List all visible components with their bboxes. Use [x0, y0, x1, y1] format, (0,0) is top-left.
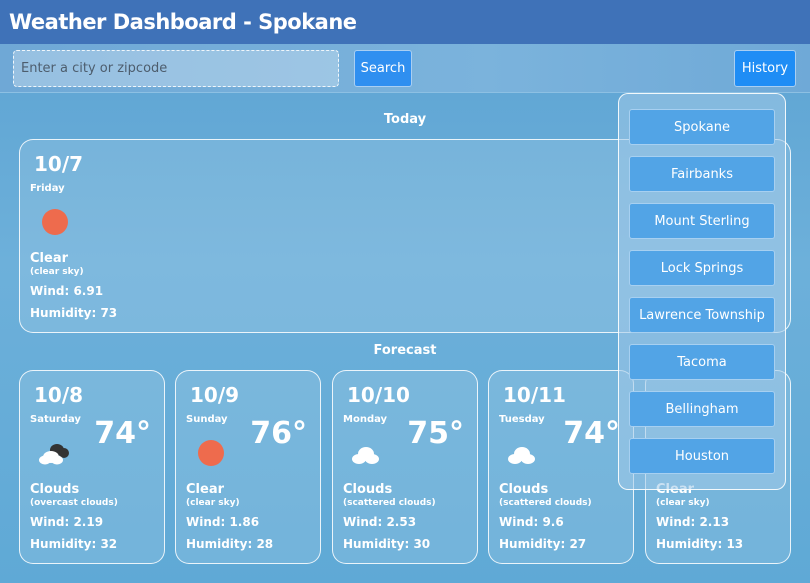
forecast-wind: Wind: 2.53	[343, 515, 417, 529]
forecast-day: Saturday	[30, 414, 81, 425]
forecast-humidity: Humidity: 32	[30, 537, 118, 551]
search-toolbar: Search History	[0, 44, 810, 93]
today-date: 10/7	[34, 152, 84, 176]
forecast-date: 10/9	[190, 383, 240, 407]
forecast-card: 10/11 Tuesday 74° Clouds (scattered clou…	[488, 370, 634, 564]
forecast-card: 10/9 Sunday 76° Clear (clear sky) Wind: …	[175, 370, 321, 564]
history-item[interactable]: Mount Sterling	[629, 203, 775, 239]
today-humidity: Humidity: 73	[30, 306, 118, 320]
forecast-card: 10/10 Monday 75° Clouds (scattered cloud…	[332, 370, 478, 564]
forecast-wind: Wind: 9.6	[499, 515, 564, 529]
search-button[interactable]: Search	[354, 50, 412, 87]
forecast-wind: Wind: 2.13	[656, 515, 730, 529]
search-input[interactable]	[13, 50, 339, 87]
forecast-day: Tuesday	[499, 414, 545, 425]
today-condition-description: (clear sky)	[30, 267, 84, 277]
history-item[interactable]: Lawrence Township	[629, 297, 775, 333]
forecast-humidity: Humidity: 27	[499, 537, 587, 551]
sun-icon	[198, 440, 224, 466]
forecast-wind: Wind: 1.86	[186, 515, 260, 529]
forecast-condition-description: (scattered clouds)	[499, 498, 592, 508]
forecast-humidity: Humidity: 13	[656, 537, 744, 551]
forecast-card: 10/8 Saturday 74° Clouds (overcast cloud…	[19, 370, 165, 564]
forecast-date: 10/11	[503, 383, 566, 407]
forecast-condition: Clouds	[499, 482, 549, 497]
history-item[interactable]: Tacoma	[629, 344, 775, 380]
forecast-temp: 74°	[563, 416, 620, 451]
page-title: Weather Dashboard - Spokane	[9, 10, 357, 34]
forecast-temp: 74°	[94, 416, 151, 451]
forecast-condition-description: (scattered clouds)	[343, 498, 436, 508]
forecast-date: 10/8	[34, 383, 84, 407]
forecast-day: Sunday	[186, 414, 228, 425]
forecast-date: 10/10	[347, 383, 410, 407]
cloud-icon	[508, 447, 535, 464]
broken-clouds-icon	[39, 444, 69, 465]
cloud-icon	[352, 447, 379, 464]
forecast-temp: 76°	[250, 416, 307, 451]
app-header: Weather Dashboard - Spokane	[0, 0, 810, 44]
forecast-condition: Clouds	[30, 482, 80, 497]
forecast-day: Monday	[343, 414, 388, 425]
forecast-condition: Clouds	[343, 482, 393, 497]
history-button[interactable]: History	[734, 50, 796, 87]
history-item[interactable]: Fairbanks	[629, 156, 775, 192]
history-item[interactable]: Spokane	[629, 109, 775, 145]
forecast-condition-description: (clear sky)	[186, 498, 240, 508]
history-item[interactable]: Bellingham	[629, 391, 775, 427]
history-dropdown: Spokane Fairbanks Mount Sterling Lock Sp…	[618, 93, 786, 490]
forecast-temp: 75°	[407, 416, 464, 451]
today-condition: Clear	[30, 251, 68, 266]
forecast-condition: Clear	[186, 482, 224, 497]
sun-icon	[42, 209, 68, 235]
today-day: Friday	[30, 183, 65, 194]
forecast-condition-description: (clear sky)	[656, 498, 710, 508]
forecast-condition-description: (overcast clouds)	[30, 498, 118, 508]
history-item[interactable]: Lock Springs	[629, 250, 775, 286]
history-item[interactable]: Houston	[629, 438, 775, 474]
forecast-humidity: Humidity: 28	[186, 537, 274, 551]
forecast-humidity: Humidity: 30	[343, 537, 431, 551]
today-wind: Wind: 6.91	[30, 284, 104, 298]
forecast-wind: Wind: 2.19	[30, 515, 104, 529]
